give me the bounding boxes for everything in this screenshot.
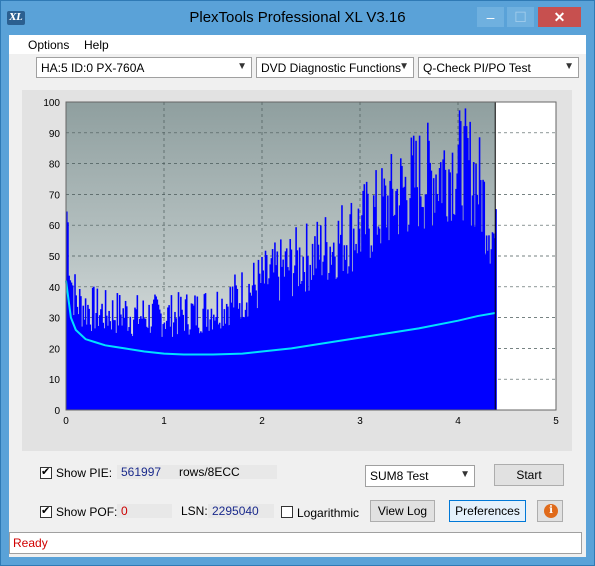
- y-tick-label: 90: [49, 129, 61, 140]
- y-tick-label: 80: [49, 160, 61, 171]
- menu-bar: Options Help: [9, 35, 586, 54]
- function-select[interactable]: DVD Diagnostic Functions ▼: [256, 57, 414, 78]
- x-tick-label: 0: [63, 416, 69, 427]
- y-tick-label: 30: [49, 314, 61, 325]
- start-button[interactable]: Start: [494, 464, 564, 486]
- logarithmic-checkbox[interactable]: [281, 506, 293, 518]
- client-area: Options Help HA:5 ID:0 PX-760A ▼ DVD Dia…: [9, 35, 586, 557]
- x-tick-label: 5: [553, 416, 559, 427]
- info-icon: i: [544, 504, 558, 518]
- title-bar: XL PlexTools Professional XL V3.16 – ☐ ✕: [1, 1, 594, 35]
- chart-panel: 0 10 20 30 40 50 60 70 80 90 100 0 1 2 3 4 5: [22, 90, 572, 451]
- test-select-value: Q-Check PI/PO Test: [423, 61, 531, 75]
- y-tick-label: 0: [54, 406, 60, 417]
- menu-help[interactable]: Help: [84, 38, 109, 52]
- app-window: XL PlexTools Professional XL V3.16 – ☐ ✕…: [0, 0, 595, 566]
- show-pie-checkbox[interactable]: [40, 465, 52, 479]
- show-poe-label: Show POF:: [56, 505, 118, 519]
- poe-value: 0: [121, 504, 128, 518]
- drive-select[interactable]: HA:5 ID:0 PX-760A ▼: [36, 57, 252, 78]
- show-pie-label: Show PIE:: [56, 466, 113, 480]
- status-text: Ready: [13, 536, 48, 550]
- status-bar: Ready: [9, 532, 582, 554]
- show-poe-checkbox[interactable]: [40, 504, 52, 518]
- x-tick-label: 4: [455, 416, 461, 427]
- chevron-down-icon: ▼: [237, 61, 247, 72]
- pipo-chart: 0 10 20 30 40 50 60 70 80 90 100 0 1 2 3 4 5: [43, 98, 559, 427]
- pie-value: 561997: [121, 465, 162, 479]
- close-button[interactable]: ✕: [538, 7, 581, 27]
- drive-select-value: HA:5 ID:0 PX-760A: [41, 61, 145, 75]
- x-tick-label: 1: [161, 416, 167, 427]
- test-select[interactable]: Q-Check PI/PO Test ▼: [418, 57, 579, 78]
- y-tick-label: 100: [43, 98, 60, 109]
- window-title: PlexTools Professional XL V3.16: [189, 9, 406, 26]
- info-button[interactable]: i: [537, 500, 563, 522]
- y-tick-label: 20: [49, 344, 61, 355]
- chevron-down-icon: ▼: [460, 469, 470, 480]
- function-select-value: DVD Diagnostic Functions: [261, 61, 402, 75]
- pie-unit: rows/8ECC: [179, 465, 240, 479]
- maximize-button[interactable]: ☐: [507, 7, 534, 27]
- y-tick-label: 10: [49, 375, 61, 386]
- minimize-button[interactable]: –: [477, 7, 504, 27]
- y-tick-label: 70: [49, 190, 61, 201]
- y-tick-label: 40: [49, 283, 61, 294]
- y-tick-label: 50: [49, 252, 61, 263]
- mode-select-value: SUM8 Test: [370, 469, 429, 483]
- lsn-label: LSN:: [181, 504, 208, 518]
- y-tick-label: 60: [49, 221, 61, 232]
- chevron-down-icon: ▼: [564, 61, 574, 72]
- chevron-down-icon: ▼: [399, 61, 409, 72]
- x-tick-label: 3: [357, 416, 363, 427]
- x-tick-label: 2: [259, 416, 265, 427]
- logarithmic-label: Logarithmic: [297, 506, 360, 520]
- view-log-button[interactable]: View Log: [370, 500, 435, 522]
- lsn-value: 2295040: [212, 504, 259, 518]
- mode-select[interactable]: SUM8 Test ▼: [365, 465, 475, 487]
- menu-options[interactable]: Options: [28, 38, 69, 52]
- preferences-button[interactable]: Preferences: [449, 500, 526, 522]
